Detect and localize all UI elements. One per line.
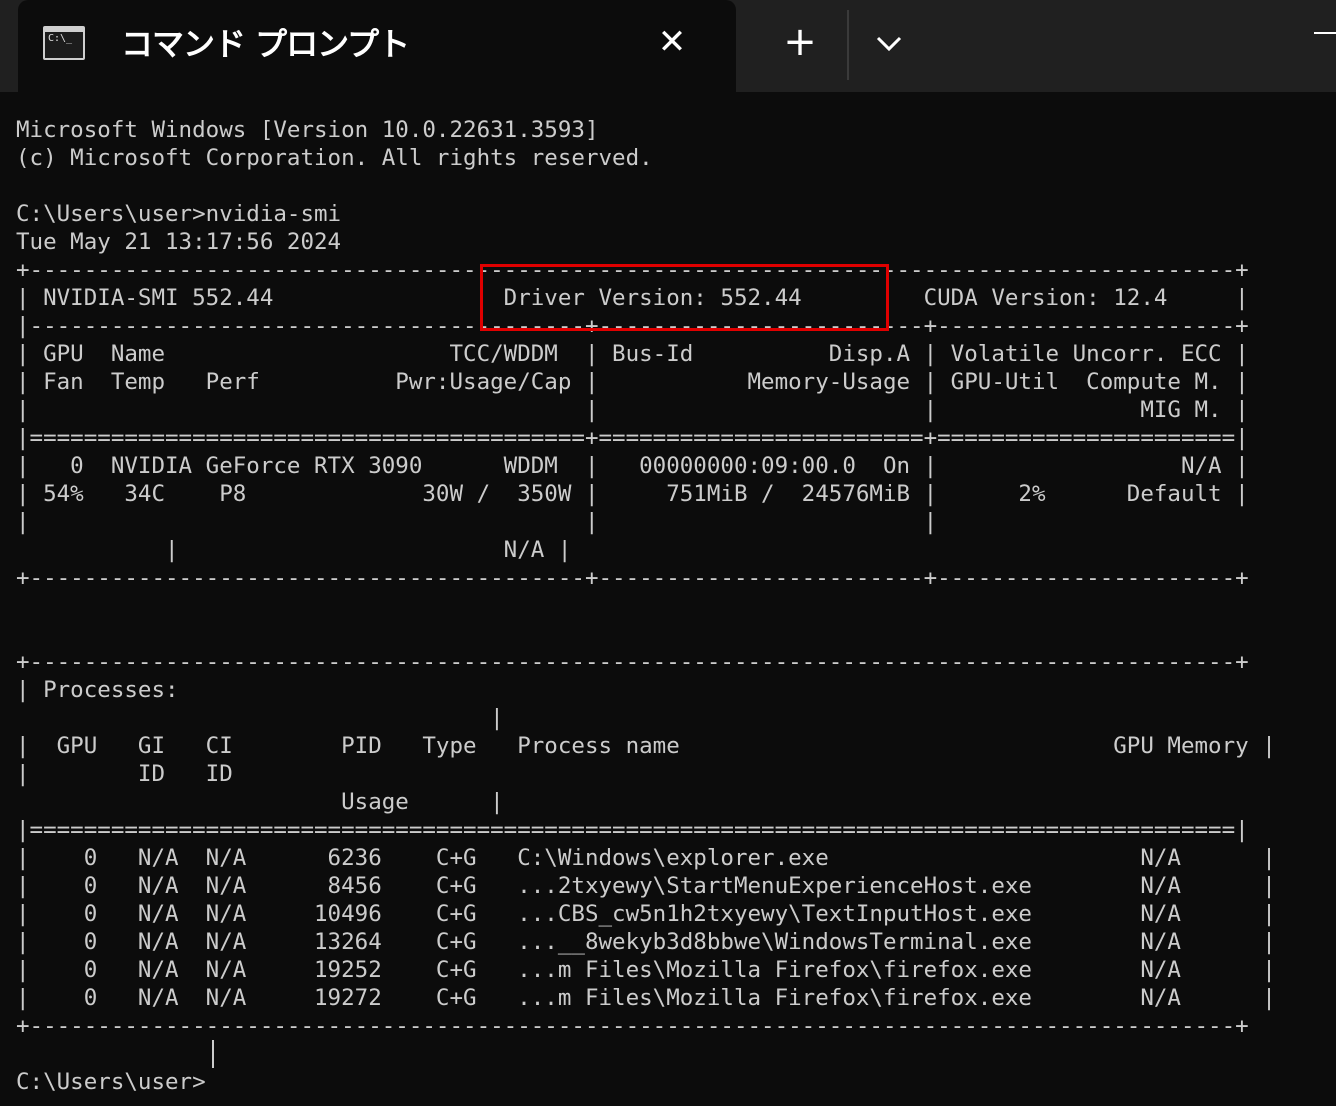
terminal-line: | 0 N/A N/A 10496 C+G ...CBS_cw5n1h2txye… [16, 901, 1276, 927]
terminal-line: | GPU GI CI PID Type Process name GPU Me… [16, 733, 1276, 759]
command-prompt-icon: C:\_ [43, 26, 85, 60]
text-cursor [212, 1040, 214, 1068]
terminal-line: +---------------------------------------… [16, 649, 1249, 675]
terminal-line: | ID ID [16, 761, 233, 787]
terminal-line: | GPU Name TCC/WDDM | Bus-Id Disp.A | Vo… [16, 341, 1249, 367]
terminal-line: | 0 N/A N/A 19272 C+G ...m Files\Mozilla… [16, 985, 1276, 1011]
icon-prompt-glyph: C:\_ [48, 33, 73, 44]
new-tab-button[interactable]: + [778, 20, 822, 64]
terminal-line: +---------------------------------------… [16, 565, 1249, 591]
terminal-prompt: C:\Users\user> [16, 1069, 206, 1095]
terminal-line: | 0 NVIDIA GeForce RTX 3090 WDDM | 00000… [16, 453, 1249, 479]
terminal-line: | Fan Temp Perf Pwr:Usage/Cap | Memory-U… [16, 369, 1249, 395]
chevron-down-icon[interactable] [868, 22, 910, 64]
driver-version-highlight-box [480, 264, 889, 331]
terminal-line: (c) Microsoft Corporation. All rights re… [16, 145, 653, 171]
terminal-line: | | | MIG M. | [16, 397, 1249, 423]
terminal-line: Tue May 21 13:17:56 2024 [16, 229, 342, 255]
terminal-line: |=======================================… [16, 425, 1249, 451]
terminal-line: Microsoft Windows [Version 10.0.22631.35… [16, 117, 599, 143]
terminal-line: +---------------------------------------… [16, 1013, 1249, 1039]
terminal-line: | Processes: [16, 677, 179, 703]
terminal-line: | 0 N/A N/A 6236 C+G C:\Windows\explorer… [16, 845, 1276, 871]
terminal-line: Usage | [16, 789, 504, 815]
tab-title: コマンド プロンプト [121, 25, 410, 63]
terminal-line: | 0 N/A N/A 13264 C+G ...__8wekyb3d8bbwe… [16, 929, 1276, 955]
terminal-line: | N/A | [16, 537, 572, 563]
terminal-line: C:\Users\user>nvidia-smi [16, 201, 342, 227]
tab-divider [847, 10, 849, 80]
minimize-icon[interactable] [1314, 32, 1336, 34]
tab-command-prompt[interactable]: C:\_ コマンド プロンプト ✕ [18, 0, 736, 92]
terminal-line: |=======================================… [16, 817, 1249, 843]
terminal-line: | | | [16, 509, 938, 535]
icon-title-strip [45, 28, 83, 32]
terminal-line: | 0 N/A N/A 19252 C+G ...m Files\Mozilla… [16, 957, 1276, 983]
terminal-line: | 54% 34C P8 30W / 350W | 751MiB / 24576… [16, 481, 1249, 507]
terminal-line: | [16, 705, 504, 731]
close-tab-icon[interactable]: ✕ [652, 22, 692, 62]
title-bar: C:\_ コマンド プロンプト ✕ + [0, 0, 1336, 92]
terminal-line: | 0 N/A N/A 8456 C+G ...2txyewy\StartMen… [16, 873, 1276, 899]
